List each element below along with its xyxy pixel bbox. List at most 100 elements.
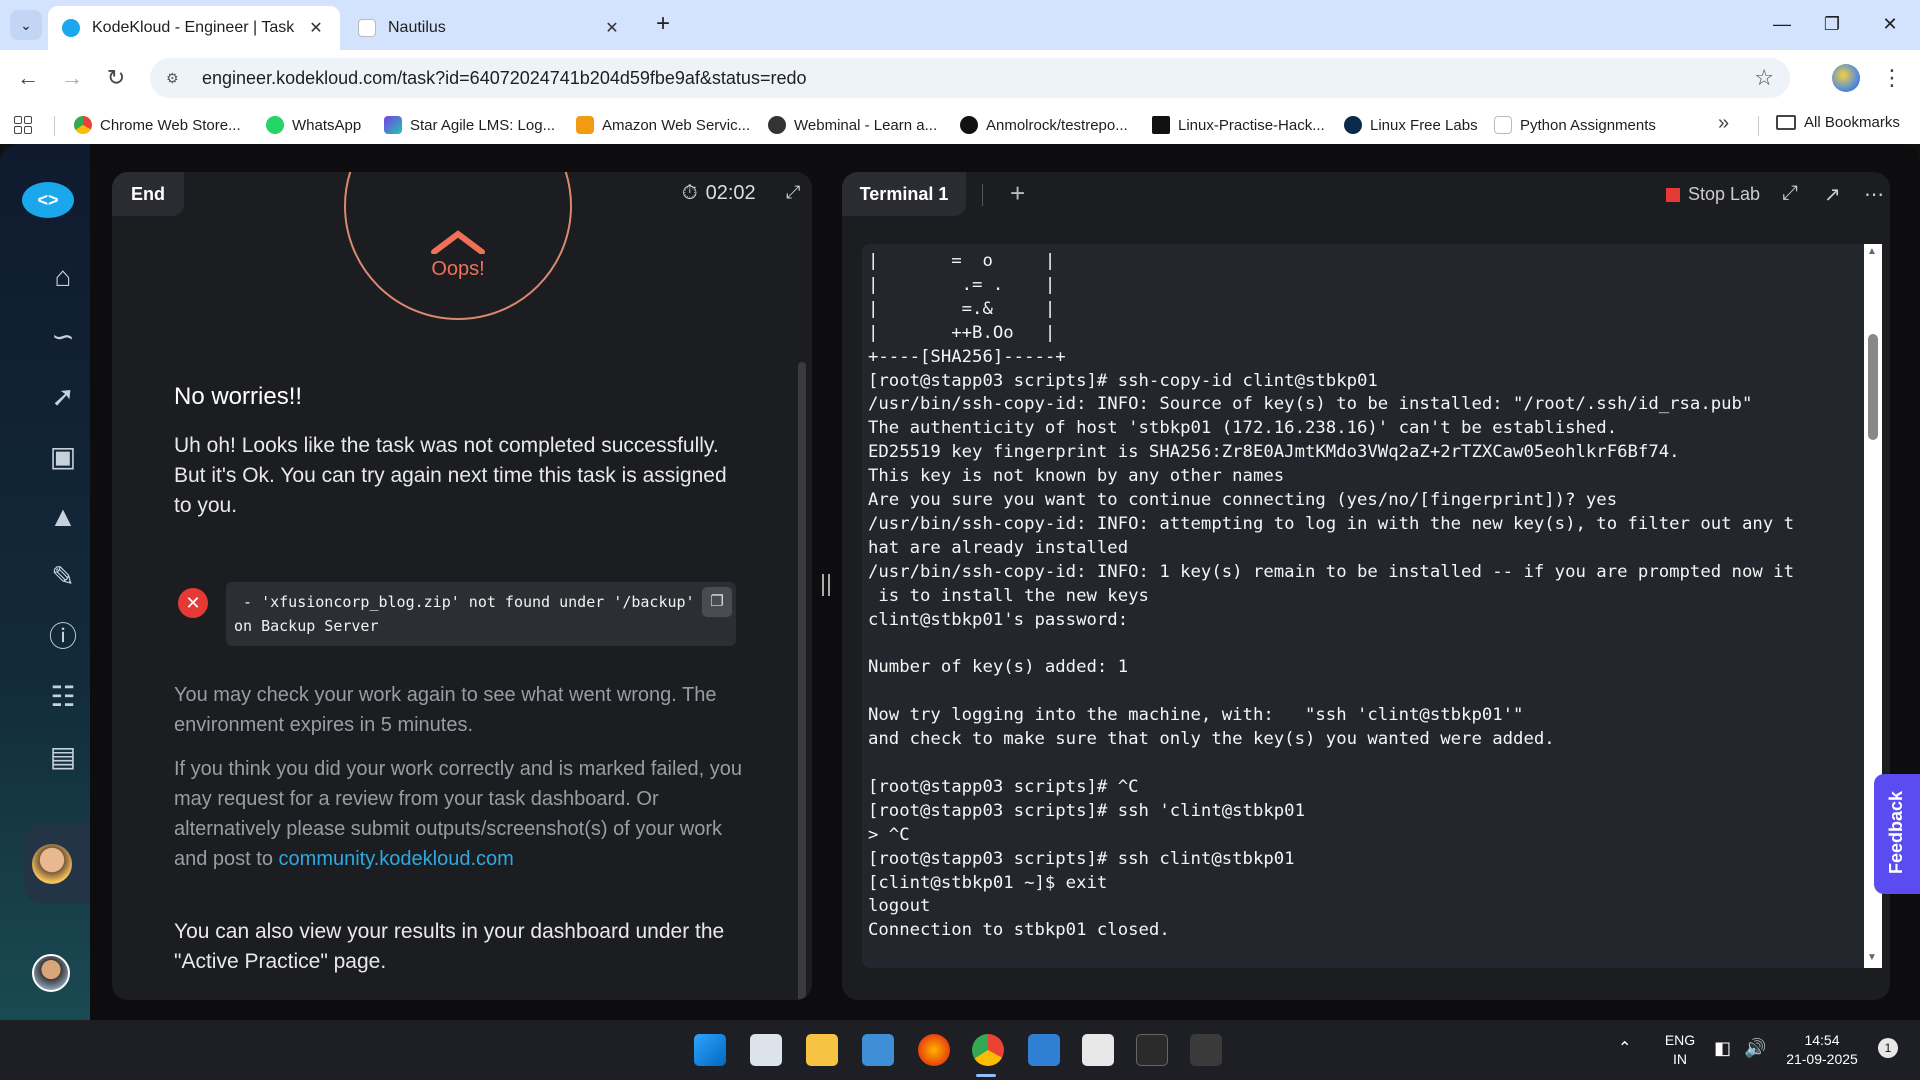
tab-nautilus[interactable]: Nautilus ✕ [344,6,636,50]
windows-start-icon[interactable] [694,1034,726,1066]
tab-terminal-1[interactable]: Terminal 1 [842,172,966,216]
address-bar[interactable]: ⚙ engineer.kodekloud.com/task?id=6407202… [150,58,1790,98]
terminal-screen[interactable]: | = o | | .= . | | =.& | | ++B.Oo | +---… [862,244,1868,968]
stop-lab-button[interactable]: Stop Lab [1666,184,1760,205]
url-text: engineer.kodekloud.com/task?id=640720247… [202,67,807,88]
chat-icon[interactable]: ▤ [46,740,80,774]
control-panel-icon[interactable] [862,1034,894,1066]
video-icon[interactable]: ▣ [46,440,80,474]
community-link[interactable]: community.kodekloud.com [279,848,514,870]
scroll-down-icon[interactable]: ▼ [1867,952,1877,963]
open-external-icon[interactable]: ↗ [1824,182,1841,207]
reload-icon[interactable]: ↻ [100,62,132,94]
apps-grid-icon[interactable] [14,116,32,134]
chrome-web-store-icon [74,116,92,134]
volume-icon[interactable]: 🔊 [1744,1038,1766,1059]
tab-title: Nautilus [388,19,446,36]
copy-icon[interactable]: ❐ [702,587,732,617]
clock[interactable]: 14:54 21-09-2025 [1774,1031,1870,1069]
folder-icon [1776,115,1796,130]
add-terminal-icon[interactable]: + [1010,178,1025,209]
scrollbar-thumb[interactable] [1868,334,1878,440]
divider [1758,116,1759,136]
error-detail: - 'xfusioncorp_blog.zip' not found under… [226,582,736,646]
scrollbar[interactable] [798,362,806,1000]
bookmark-aws[interactable]: Amazon Web Servic... [576,114,750,136]
home-icon[interactable]: ⌂ [46,260,80,294]
close-tab-icon[interactable]: ✕ [306,18,326,38]
progress-icon[interactable]: ➚ [46,380,80,414]
more-bookmarks-icon[interactable]: » [1718,112,1729,135]
all-bookmarks-button[interactable]: All Bookmarks [1776,114,1900,131]
tab-kodekloud[interactable]: KodeKloud - Engineer | Task ✕ [48,6,340,50]
snipping-tool-icon[interactable] [1082,1034,1114,1066]
avatar[interactable] [32,844,72,884]
bookmark-star-icon[interactable]: ☆ [1754,65,1774,91]
kodekloud-icon [1344,116,1362,134]
leaderboard-icon[interactable]: ▲ [46,500,80,534]
extension-icon[interactable] [1832,64,1860,92]
tab-search-chevron-icon[interactable]: ⌄ [10,10,42,40]
dashboard-text: You can also view your results in your d… [174,920,725,973]
bookmark-linux-practise[interactable]: Linux-Practise-Hack... [1152,114,1325,136]
notes-icon[interactable]: ✎ [46,560,80,594]
w3schools-icon [1494,116,1512,134]
calendar-app-icon[interactable] [1190,1034,1222,1066]
network-icon[interactable]: ◧ [1714,1038,1731,1059]
divider [982,184,983,206]
close-tab-icon[interactable]: ✕ [602,18,622,38]
bookmark-python-assignments[interactable]: Python Assignments [1494,114,1656,136]
more-options-icon[interactable]: ⋯ [1864,182,1884,207]
bookmark-whatsapp[interactable]: WhatsApp [266,114,361,136]
file-explorer-icon[interactable] [806,1034,838,1066]
chrome-menu-icon[interactable]: ⋮ [1880,62,1904,94]
back-icon[interactable]: ← [12,62,44,94]
forward-icon[interactable]: → [56,62,88,94]
panel-resize-handle[interactable] [822,574,830,596]
window-close-icon[interactable]: ✕ [1870,8,1910,40]
new-tab-button[interactable]: + [648,10,678,40]
bookmark-github[interactable]: Anmolrock/testrepo... [960,114,1128,136]
chrome-icon[interactable] [972,1034,1004,1066]
tab-title: KodeKloud - Engineer | Task [92,19,295,36]
bookmark-linux-free-labs[interactable]: Linux Free Labs [1344,114,1478,136]
active-app-indicator [976,1074,996,1077]
globe-icon [768,116,786,134]
stop-icon [1666,187,1680,202]
feedback-button[interactable]: Feedback [1874,774,1920,894]
review-text: If you think you did your work correctly… [174,758,743,870]
aws-icon [576,116,594,134]
tray-overflow-chevron-icon[interactable]: ⌃ [1618,1038,1631,1058]
minimize-icon[interactable]: — [1762,8,1802,40]
expand-icon[interactable]: ⤢ [786,182,800,203]
tab-end[interactable]: End [112,172,184,216]
terminal-icon[interactable] [1136,1034,1168,1066]
task-result-panel: Oops! End ⏱ 02:02 ⤢ No worries!! Uh oh! L… [112,172,812,1000]
github-icon [960,116,978,134]
bookmark-webminal[interactable]: Webminal - Learn a... [768,114,937,136]
site-info-icon[interactable]: ⚙ [166,70,190,87]
result-message: Uh oh! Looks like the task was not compl… [174,434,727,517]
language-indicator[interactable]: ENG IN [1660,1031,1700,1069]
roadmap-icon[interactable]: ∽ [46,320,80,354]
task-view-icon[interactable] [750,1034,782,1066]
kodekloud-logo-icon[interactable]: <> [22,182,74,218]
scroll-up-icon[interactable]: ▲ [1867,246,1877,257]
terminal-output: | = o | | .= . | | =.& | | ++B.Oo | +---… [868,251,1794,941]
user-avatar[interactable] [32,954,70,992]
restore-icon[interactable]: ❐ [1812,8,1852,40]
info-icon[interactable]: ⓘ [46,620,80,654]
firefox-icon[interactable] [918,1034,950,1066]
hackerrank-icon [1152,116,1170,134]
kodekloud-favicon-icon [62,19,80,37]
notification-badge[interactable]: 1 [1878,1038,1898,1058]
bookmark-star-agile[interactable]: Star Agile LMS: Log... [384,114,555,136]
browser-toolbar: ← → ↻ ⚙ engineer.kodekloud.com/task?id=6… [0,50,1920,106]
book-icon[interactable]: ☷ [46,680,80,714]
notepad-icon[interactable] [1028,1034,1060,1066]
page-favicon-icon [358,19,376,37]
bookmark-chrome-web-store[interactable]: Chrome Web Store... [74,114,241,136]
timer: ⏱ 02:02 [682,182,756,204]
star-agile-icon [384,116,402,134]
expand-icon[interactable]: ⤢ [1782,182,1798,205]
